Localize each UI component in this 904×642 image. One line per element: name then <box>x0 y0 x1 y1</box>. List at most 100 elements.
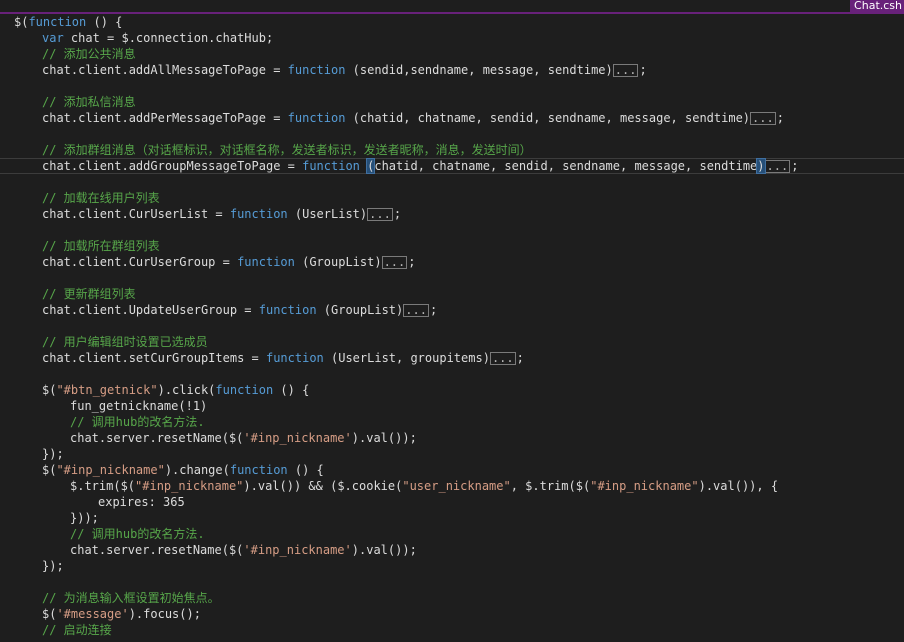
code-line[interactable]: chat.server.resetName($('#inp_nickname')… <box>0 542 904 558</box>
code-line[interactable]: // 用户编辑组时设置已选成员 <box>0 334 904 350</box>
code-line[interactable]: })); <box>0 510 904 526</box>
code-line[interactable]: // 更新群组列表 <box>0 286 904 302</box>
code-token: () { <box>273 383 310 397</box>
code-line-current[interactable]: chat.client.addGroupMessageToPage = func… <box>0 158 904 174</box>
code-token: ; <box>408 255 416 269</box>
collapsed-region-marker[interactable]: ... <box>367 208 393 221</box>
code-line[interactable] <box>0 318 904 334</box>
code-token: ; <box>393 207 402 221</box>
code-token: ; <box>429 303 438 317</box>
code-token: }); <box>42 447 64 461</box>
comment-token: // 用户编辑组时设置已选成员 <box>42 335 208 349</box>
code-line[interactable] <box>0 366 904 382</box>
string-token: '#inp_nickname' <box>243 543 352 557</box>
code-line[interactable] <box>0 574 904 590</box>
code-line[interactable]: chat.client.addPerMessageToPage = functi… <box>0 110 904 126</box>
code-token: chat = $.connection.chatHub; <box>63 31 274 45</box>
code-token: expires: 365 <box>98 495 185 509</box>
code-line[interactable]: // 加载在线用户列表 <box>0 190 904 206</box>
code-token: ; <box>516 351 524 365</box>
string-token: "user_nickname" <box>402 479 511 493</box>
code-token: ; <box>776 111 784 125</box>
code-line[interactable]: }); <box>0 558 904 574</box>
code-line[interactable]: $.trim($("#inp_nickname").val()) && ($.c… <box>0 478 904 494</box>
code-token: ).click( <box>157 383 216 397</box>
keyword-token: var <box>42 31 64 45</box>
collapsed-region-marker[interactable]: ... <box>381 256 408 269</box>
comment-token: // 调用hub的改名方法. <box>70 415 205 429</box>
code-token: () { <box>86 15 123 29</box>
code-line[interactable] <box>0 222 904 238</box>
code-line[interactable]: // 添加公共消息 <box>0 46 904 62</box>
keyword-token: function <box>258 303 317 317</box>
keyword-token: function <box>287 63 346 77</box>
code-token: chat.client.addPerMessageToPage = <box>42 111 288 125</box>
code-line[interactable]: }); <box>0 446 904 462</box>
comment-token: // 添加群组消息（对话框标识，对话框名称，发送者标识，发送者昵称，消息，发送时… <box>42 143 532 157</box>
code-token: ).val()) && ($.cookie( <box>243 479 403 493</box>
code-token: $( <box>42 607 57 621</box>
code-line[interactable] <box>0 174 904 190</box>
code-token: , $.trim($( <box>510 479 591 493</box>
code-token: (sendid,sendname, message, sendtime) <box>345 63 613 77</box>
comment-token: // 调用hub的改名方法. <box>70 527 205 541</box>
code-line[interactable]: chat.client.UpdateUserGroup = function (… <box>0 302 904 318</box>
code-line[interactable]: var chat = $.connection.chatHub; <box>0 30 904 46</box>
code-line[interactable]: $(function () { <box>0 14 904 30</box>
code-line[interactable] <box>0 126 904 142</box>
string-token: '#message' <box>56 607 129 621</box>
code-token: (chatid, chatname, sendid, sendname, mes… <box>345 111 751 125</box>
code-line[interactable]: // 添加私信消息 <box>0 94 904 110</box>
code-line[interactable]: chat.client.CurUserGroup = function (Gro… <box>0 254 904 270</box>
document-tab-bar: Chat.csh <box>0 0 904 14</box>
code-line[interactable] <box>0 78 904 94</box>
keyword-token: function <box>28 15 87 29</box>
code-line[interactable]: // 调用hub的改名方法. <box>0 414 904 430</box>
keyword-token: function <box>229 207 288 221</box>
keyword-token: function <box>287 111 346 125</box>
tab-chat-cshtml[interactable]: Chat.csh <box>850 0 904 12</box>
comment-token: // 添加公共消息 <box>42 47 136 61</box>
code-line[interactable]: // 启动连接 <box>0 622 904 638</box>
code-line[interactable]: fun_getnickname(!1) <box>0 398 904 414</box>
string-token: "#inp_nickname" <box>590 479 699 493</box>
code-line[interactable]: $('#message').focus(); <box>0 606 904 622</box>
code-token: })); <box>70 511 99 525</box>
brace-match-highlight: ) <box>756 158 766 174</box>
code-editor[interactable]: Chat.csh $(function () {var chat = $.con… <box>0 0 904 642</box>
code-line[interactable]: expires: 365 <box>0 494 904 510</box>
code-token: chat.client.addAllMessageToPage = <box>42 63 288 77</box>
code-line[interactable] <box>0 270 904 286</box>
code-token: chatid, chatname, sendid, sendname, mess… <box>374 159 758 173</box>
collapsed-region-marker[interactable]: ... <box>489 352 516 365</box>
string-token: "#inp_nickname" <box>135 479 244 493</box>
code-line[interactable]: $("#btn_getnick").click(function () { <box>0 382 904 398</box>
collapsed-region-marker[interactable]: ... <box>750 112 776 125</box>
code-line[interactable]: // 添加群组消息（对话框标识，对话框名称，发送者标识，发送者昵称，消息，发送时… <box>0 142 904 158</box>
code-line[interactable]: chat.client.CurUserList = function (User… <box>0 206 904 222</box>
code-token: }); <box>42 559 64 573</box>
code-line[interactable]: chat.server.resetName($('#inp_nickname')… <box>0 430 904 446</box>
comment-token: // 加载所在群组列表 <box>42 239 160 253</box>
code-token: ).change( <box>164 463 230 477</box>
code-token: ).val()), { <box>698 479 779 493</box>
code-token: $( <box>42 383 57 397</box>
string-token: "#inp_nickname" <box>56 463 165 477</box>
code-area[interactable]: $(function () {var chat = $.connection.c… <box>0 14 904 638</box>
collapsed-region-marker[interactable]: ... <box>612 64 639 77</box>
code-token: $.trim($( <box>70 479 136 493</box>
code-line[interactable]: // 调用hub的改名方法. <box>0 526 904 542</box>
code-token: (UserList) <box>287 207 368 221</box>
code-line[interactable]: // 为消息输入框设置初始焦点。 <box>0 590 904 606</box>
code-token: chat.client.setCurGroupItems = <box>42 351 266 365</box>
keyword-token: function <box>229 463 288 477</box>
code-token: chat.client.CurUserList = <box>42 207 230 221</box>
code-line[interactable]: // 加载所在群组列表 <box>0 238 904 254</box>
code-line[interactable]: chat.client.addAllMessageToPage = functi… <box>0 62 904 78</box>
code-line[interactable]: chat.client.setCurGroupItems = function … <box>0 350 904 366</box>
collapsed-region-marker[interactable]: ... <box>403 304 429 317</box>
collapsed-region-marker[interactable]: ... <box>764 160 791 173</box>
comment-token: // 启动连接 <box>42 623 112 637</box>
code-token: () { <box>287 463 324 477</box>
code-line[interactable]: $("#inp_nickname").change(function () { <box>0 462 904 478</box>
